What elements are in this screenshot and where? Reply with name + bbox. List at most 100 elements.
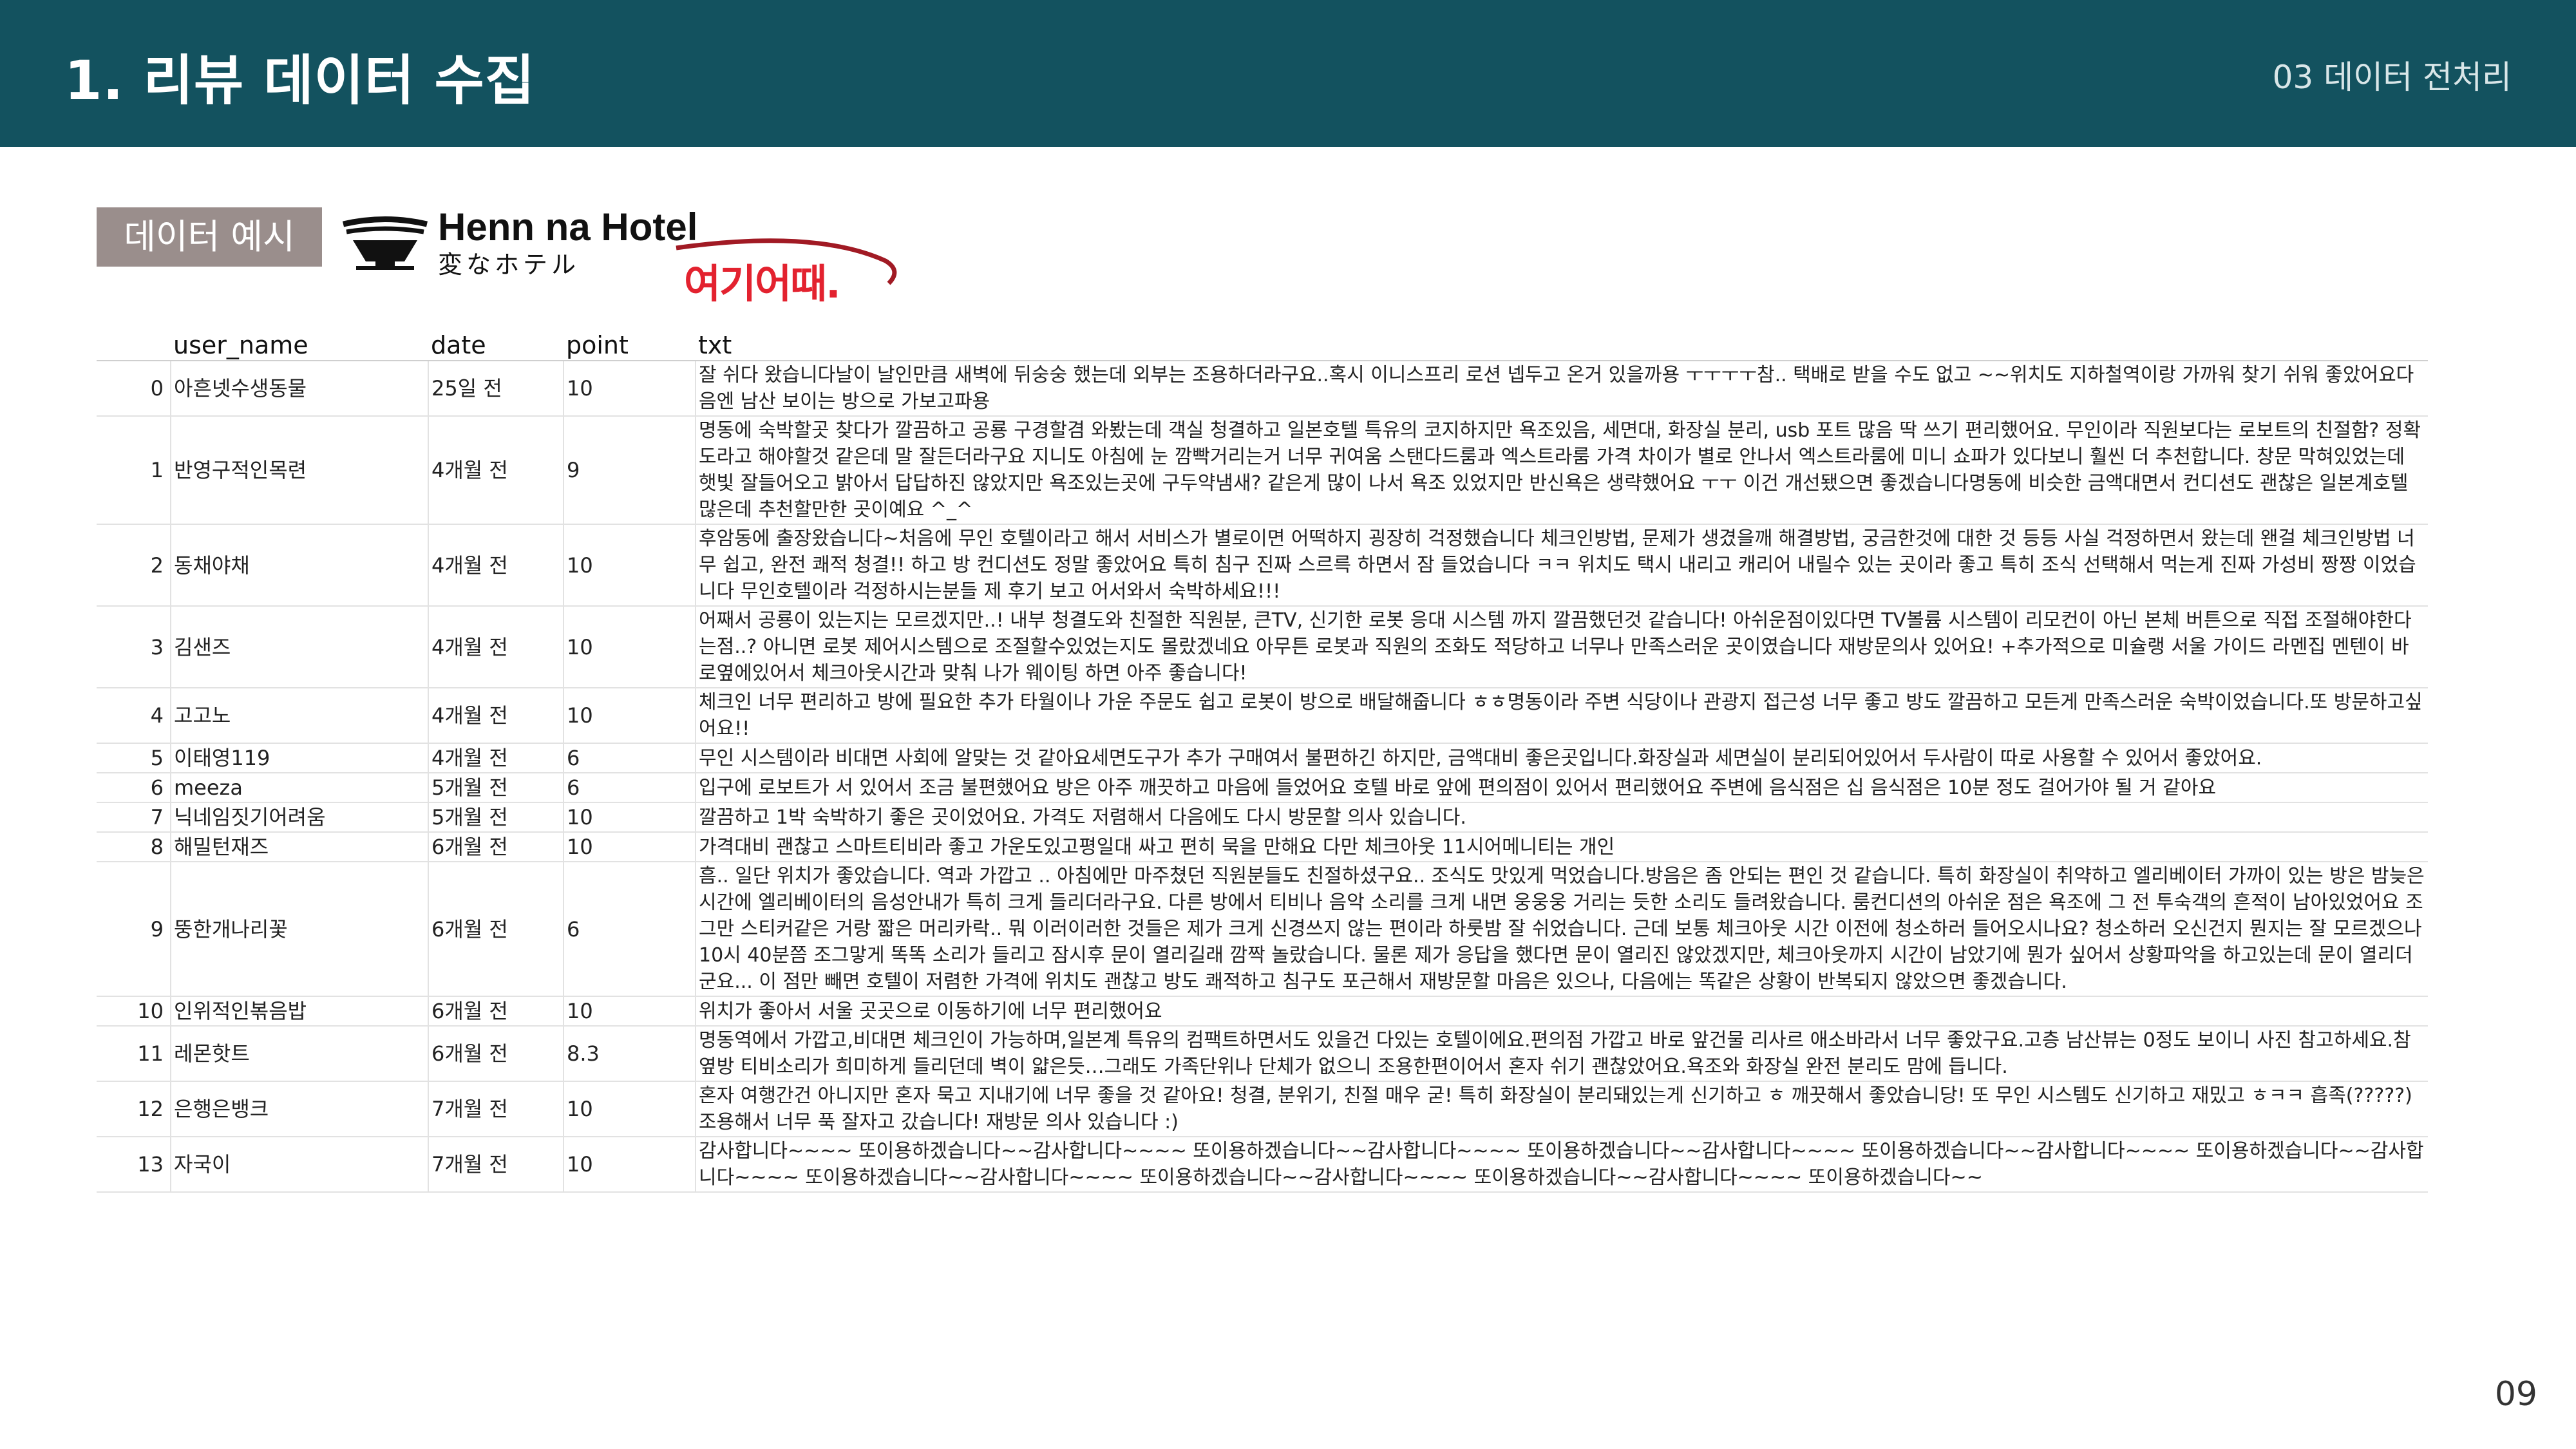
table-row: 13 자국이 7개월 전 10 감사합니다~~~~ 또이용하겠습니다~~감사합니다~~~… <box>97 1137 2428 1193</box>
page-number: 09 <box>2494 1375 2537 1414</box>
row-index: 3 <box>97 606 171 688</box>
review-text-cell: 흠.. 일단 위치가 좋았습니다. 역과 가깝고 .. 아침에만 마주쳤던 직원… <box>696 862 2428 997</box>
review-text-cell: 깔끔하고 1박 숙박하기 좋은 곳이었어요. 가격도 저렴해서 다음에도 다시 … <box>696 802 2428 833</box>
point-cell: 10 <box>564 524 696 607</box>
user-name-cell: 이태영119 <box>171 743 429 773</box>
review-text-cell: 위치가 좋아서 서울 곳곳으로 이동하기에 너무 편리했어요 <box>696 996 2428 1027</box>
point-cell: 6 <box>564 743 696 773</box>
table-header-row: user_name date point txt <box>97 325 2428 361</box>
hotel-sub-logo-text: 変なホテル <box>438 251 580 279</box>
henn-na-hotel-logo-icon <box>342 216 428 270</box>
table-row: 9 뚱한개나리꽃 6개월 전 6 흠.. 일단 위치가 좋았습니다. 역과 가깝고 ..… <box>97 862 2428 997</box>
row-index: 6 <box>97 773 171 803</box>
user-name-cell: meeza <box>171 773 429 803</box>
user-name-cell: 뚱한개나리꽃 <box>171 862 429 997</box>
user-name-cell: 반영구적인목련 <box>171 416 429 525</box>
date-cell: 7개월 전 <box>428 1081 564 1137</box>
date-cell: 5개월 전 <box>428 802 564 833</box>
point-cell: 10 <box>564 361 696 417</box>
section-label: 03 데이터 전처리 <box>2272 59 2512 96</box>
review-text-cell: 명동역에서 가깝고,비대면 체크인이 가능하며,일본계 특유의 컴팩트하면서도 … <box>696 1026 2428 1082</box>
user-name-cell: 닉네임짓기어려움 <box>171 802 429 833</box>
review-text-cell: 어째서 공룡이 있는지는 모르겠지만..! 내부 청결도와 친절한 직원분, 큰… <box>696 606 2428 688</box>
row-index: 7 <box>97 802 171 833</box>
user-name-cell: 인위적인볶음밥 <box>171 996 429 1027</box>
point-cell: 10 <box>564 832 696 862</box>
hotel-name-logo-text: Henn na Hotel <box>438 205 698 249</box>
date-cell: 6개월 전 <box>428 1026 564 1082</box>
data-example-badge: 데이터 예시 <box>97 207 322 267</box>
point-cell: 10 <box>564 688 696 744</box>
review-text-cell: 혼자 여행간건 아니지만 혼자 묵고 지내기에 너무 좋을 것 같아요! 청결,… <box>696 1081 2428 1137</box>
review-text-cell: 체크인 너무 편리하고 방에 필요한 추가 타월이나 가운 주문도 쉽고 로봇이… <box>696 688 2428 744</box>
user-name-cell: 해밀턴재즈 <box>171 832 429 862</box>
review-text-cell: 잘 쉬다 왔습니다날이 날인만큼 새벽에 뒤숭숭 했는데 외부는 조용하더라구요… <box>696 361 2428 417</box>
user-name-cell: 자국이 <box>171 1137 429 1193</box>
date-cell: 4개월 전 <box>428 688 564 744</box>
review-data-table: user_name date point txt 0 아흔넷수생동물 25일 전 10… <box>97 325 2428 1193</box>
table-row: 7 닉네임짓기어려움 5개월 전 10 깔끔하고 1박 숙박하기 좋은 곳이었어요. 가… <box>97 802 2428 833</box>
point-cell: 8.3 <box>564 1026 696 1082</box>
user-name-cell: 고고노 <box>171 688 429 744</box>
date-cell: 7개월 전 <box>428 1137 564 1193</box>
column-header-index <box>97 325 171 361</box>
table-row: 12 은행은뱅크 7개월 전 10 혼자 여행간건 아니지만 혼자 묵고 지내기에 너무… <box>97 1081 2428 1137</box>
row-index: 9 <box>97 862 171 997</box>
point-cell: 10 <box>564 1137 696 1193</box>
table-row: 0 아흔넷수생동물 25일 전 10 잘 쉬다 왔습니다날이 날인만큼 새벽에 뒤숭숭 … <box>97 361 2428 417</box>
point-cell: 6 <box>564 773 696 803</box>
slide-header: 1. 리뷰 데이터 수집 03 데이터 전처리 <box>0 0 2576 147</box>
point-cell: 10 <box>564 996 696 1027</box>
row-index: 11 <box>97 1026 171 1082</box>
yeogi-logo-text: 여기어때. <box>684 260 841 307</box>
table-row: 8 해밀턴재즈 6개월 전 10 가격대비 괜찮고 스마트티비라 좋고 가운도있고평일대… <box>97 832 2428 862</box>
date-cell: 25일 전 <box>428 361 564 417</box>
row-index: 4 <box>97 688 171 744</box>
table-row: 10 인위적인볶음밥 6개월 전 10 위치가 좋아서 서울 곳곳으로 이동하기에 너무… <box>97 996 2428 1027</box>
table-row: 1 반영구적인목련 4개월 전 9 명동에 숙박할곳 찾다가 깔끔하고 공룡 구경할겸 … <box>97 416 2428 525</box>
row-index: 8 <box>97 832 171 862</box>
table-row: 5 이태영119 4개월 전 6 무인 시스템이라 비대면 사회에 알맞는 것 같아요세… <box>97 743 2428 773</box>
row-index: 10 <box>97 996 171 1027</box>
user-name-cell: 은행은뱅크 <box>171 1081 429 1137</box>
row-index: 5 <box>97 743 171 773</box>
date-cell: 6개월 전 <box>428 832 564 862</box>
point-cell: 6 <box>564 862 696 997</box>
point-cell: 9 <box>564 416 696 525</box>
column-header-txt: txt <box>696 325 2428 361</box>
date-cell: 6개월 전 <box>428 996 564 1027</box>
user-name-cell: 동채야채 <box>171 524 429 607</box>
review-text-cell: 후암동에 출장왔습니다~처음에 무인 호텔이라고 해서 서비스가 별로이면 어떡… <box>696 524 2428 607</box>
review-text-cell: 입구에 로보트가 서 있어서 조금 불편했어요 방은 아주 깨끗하고 마음에 들… <box>696 773 2428 803</box>
review-text-cell: 가격대비 괜찮고 스마트티비라 좋고 가운도있고평일대 싸고 편히 묵을 만해요… <box>696 832 2428 862</box>
row-index: 2 <box>97 524 171 607</box>
date-cell: 4개월 전 <box>428 416 564 525</box>
date-cell: 5개월 전 <box>428 773 564 803</box>
table-row: 6 meeza 5개월 전 6 입구에 로보트가 서 있어서 조금 불편했어요 방은 아… <box>97 773 2428 803</box>
column-header-point: point <box>564 325 696 361</box>
user-name-cell: 김샌즈 <box>171 606 429 688</box>
user-name-cell: 아흔넷수생동물 <box>171 361 429 417</box>
point-cell: 10 <box>564 802 696 833</box>
row-index: 0 <box>97 361 171 417</box>
row-index: 13 <box>97 1137 171 1193</box>
table-row: 11 레몬핫트 6개월 전 8.3 명동역에서 가깝고,비대면 체크인이 가능하며,일본… <box>97 1026 2428 1082</box>
table-row: 2 동채야채 4개월 전 10 후암동에 출장왔습니다~처음에 무인 호텔이라고 해서 … <box>97 524 2428 607</box>
table-row: 4 고고노 4개월 전 10 체크인 너무 편리하고 방에 필요한 추가 타월이나 가운… <box>97 688 2428 744</box>
table-row: 3 김샌즈 4개월 전 10 어째서 공룡이 있는지는 모르겠지만..! 내부 청결도와… <box>97 606 2428 688</box>
point-cell: 10 <box>564 1081 696 1137</box>
review-text-cell: 감사합니다~~~~ 또이용하겠습니다~~감사합니다~~~~ 또이용하겠습니다~~… <box>696 1137 2428 1193</box>
date-cell: 6개월 전 <box>428 862 564 997</box>
review-text-cell: 무인 시스템이라 비대면 사회에 알맞는 것 같아요세면도구가 추가 구매여서 … <box>696 743 2428 773</box>
review-text-cell: 명동에 숙박할곳 찾다가 깔끔하고 공룡 구경할겸 와봤는데 객실 청결하고 일… <box>696 416 2428 525</box>
date-cell: 4개월 전 <box>428 606 564 688</box>
point-cell: 10 <box>564 606 696 688</box>
date-cell: 4개월 전 <box>428 743 564 773</box>
slide-title: 1. 리뷰 데이터 수집 <box>64 49 536 112</box>
row-index: 12 <box>97 1081 171 1137</box>
date-cell: 4개월 전 <box>428 524 564 607</box>
column-header-date: date <box>428 325 564 361</box>
user-name-cell: 레몬핫트 <box>171 1026 429 1082</box>
column-header-user-name: user_name <box>171 325 428 361</box>
row-index: 1 <box>97 416 171 525</box>
